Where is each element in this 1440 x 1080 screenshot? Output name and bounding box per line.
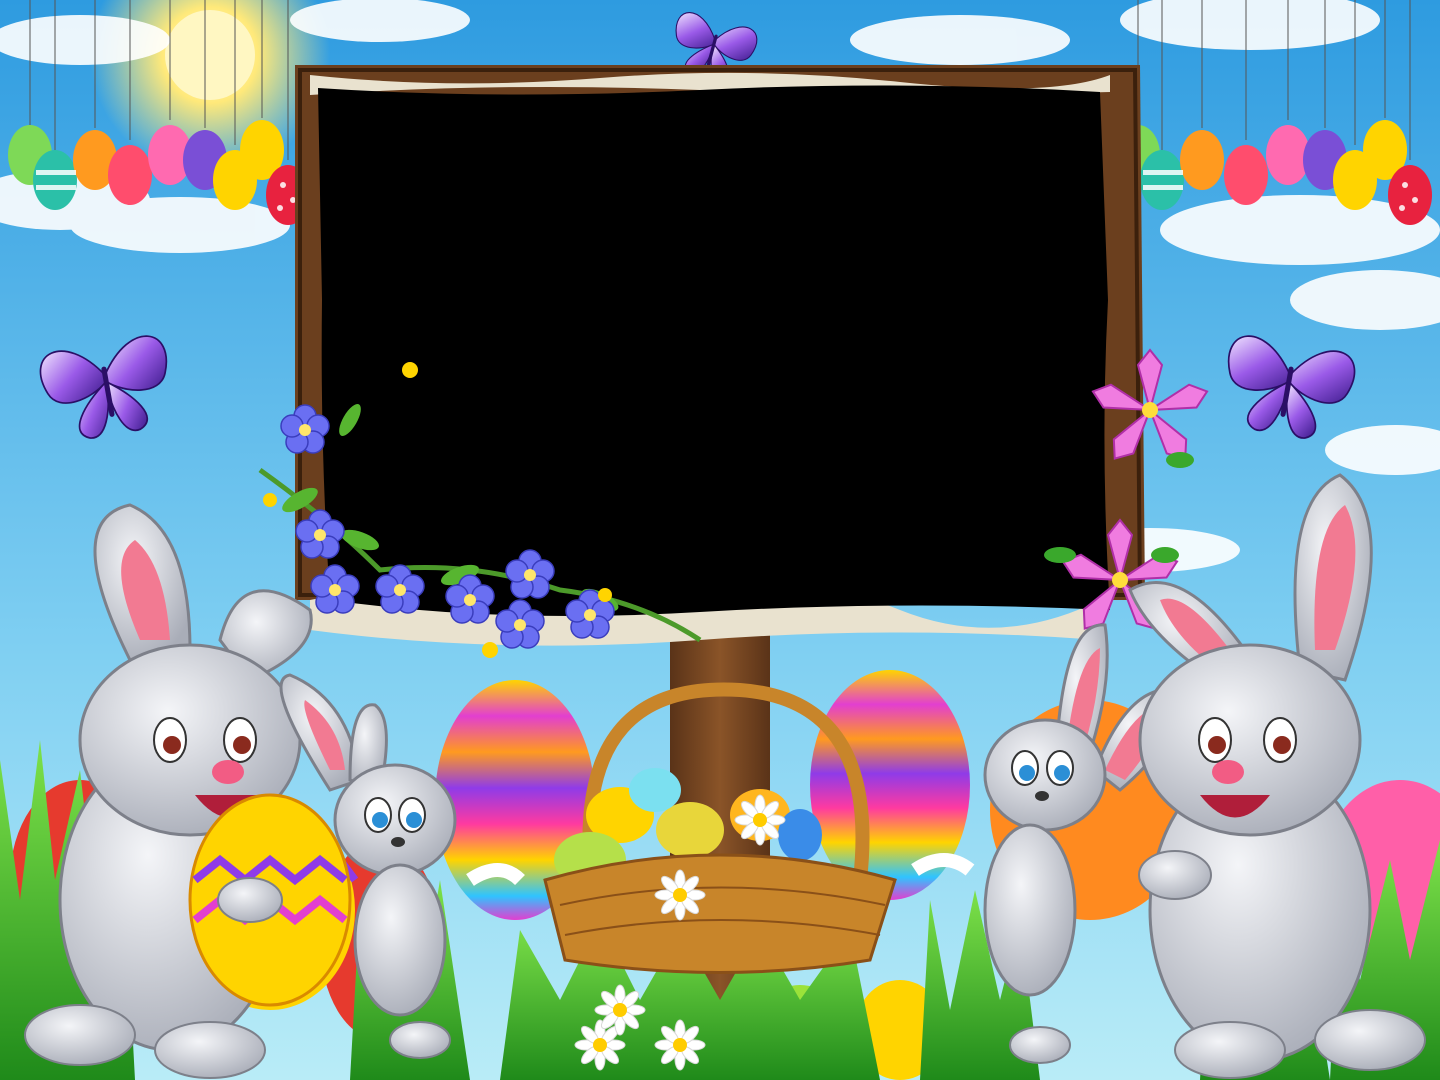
easter-frame-artwork [0, 0, 1440, 1080]
photo-window [318, 85, 1110, 617]
easter-frame-scene [0, 0, 1440, 1080]
